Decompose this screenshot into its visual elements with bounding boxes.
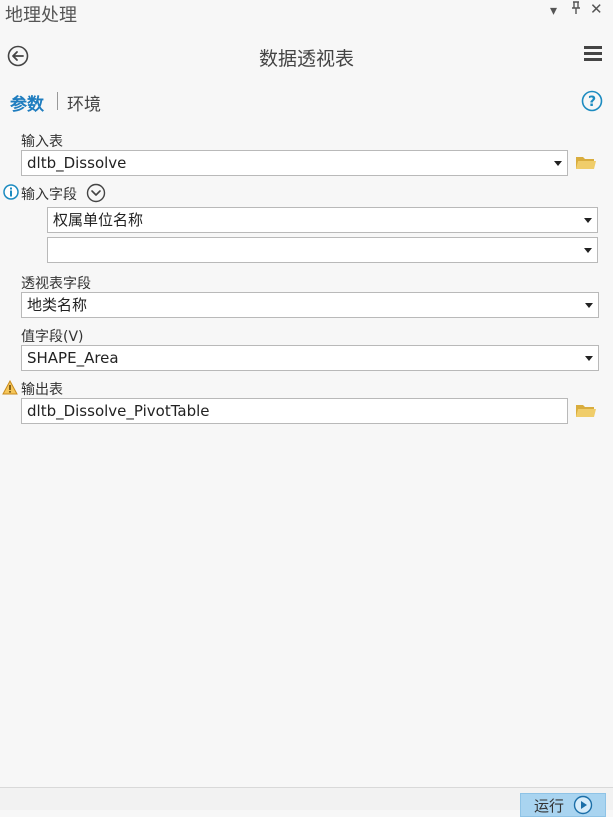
chevron-down-icon — [585, 303, 593, 308]
tab-parameters[interactable]: 参数 — [10, 90, 44, 115]
expand-fields-button[interactable] — [86, 183, 106, 203]
browse-input-table-button[interactable] — [575, 153, 597, 171]
play-icon — [573, 795, 593, 815]
pane-title: 地理处理 — [5, 5, 77, 26]
input-table-value: dltb_Dissolve — [27, 154, 127, 172]
hamburger-icon — [584, 46, 602, 61]
output-table-value: dltb_Dissolve_PivotTable — [27, 402, 210, 420]
help-icon: ? — [581, 90, 603, 112]
input-field-select-2[interactable] — [47, 237, 598, 263]
chevron-down-icon — [585, 356, 593, 361]
chevron-down-icon — [584, 248, 592, 253]
tab-environments[interactable]: 环境 — [67, 90, 101, 115]
help-button[interactable]: ? — [581, 90, 603, 112]
run-label: 运行 — [534, 797, 565, 815]
pivot-field-select[interactable]: 地类名称 — [21, 292, 599, 318]
close-icon[interactable]: ✕ — [590, 0, 603, 18]
pin-icon[interactable] — [570, 1, 582, 19]
warning-icon[interactable] — [2, 379, 18, 395]
input-table-select[interactable]: dltb_Dissolve — [21, 150, 568, 176]
chevron-down-icon — [584, 218, 592, 223]
value-field-label: 值字段(V) — [21, 329, 84, 345]
tab-separator — [57, 92, 58, 110]
folder-icon — [576, 157, 596, 169]
menu-button[interactable] — [583, 45, 603, 63]
run-button[interactable]: 运行 — [520, 793, 606, 817]
input-fields-label: 输入字段 — [21, 187, 77, 203]
svg-text:?: ? — [588, 94, 596, 110]
tool-title: 数据透视表 — [258, 48, 354, 70]
pivot-field-value: 地类名称 — [27, 296, 88, 314]
info-icon[interactable] — [3, 184, 19, 200]
output-table-input[interactable]: dltb_Dissolve_PivotTable — [21, 398, 568, 424]
input-field-value-1: 权属单位名称 — [53, 211, 144, 229]
pivot-field-label: 透视表字段 — [21, 276, 91, 292]
output-table-label: 输出表 — [21, 382, 63, 398]
value-field-value: SHAPE_Area — [27, 349, 119, 367]
pane-menu-icon[interactable]: ▾ — [550, 3, 557, 19]
input-field-select-1[interactable]: 权属单位名称 — [47, 207, 598, 233]
folder-icon — [576, 405, 596, 417]
value-field-select[interactable]: SHAPE_Area — [21, 345, 599, 371]
browse-output-table-button[interactable] — [575, 401, 597, 419]
input-table-label: 输入表 — [21, 134, 63, 150]
chevron-circle-down-icon — [86, 183, 106, 203]
chevron-down-icon — [554, 161, 562, 166]
